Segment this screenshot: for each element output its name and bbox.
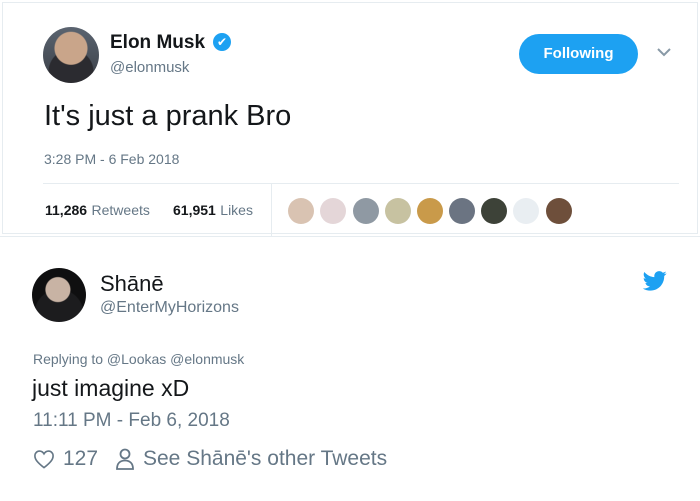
liker-avatar[interactable]	[481, 198, 507, 224]
reply-tweet-card: Shānē @EnterMyHorizons Replying to @Look…	[0, 236, 700, 501]
liker-avatar[interactable]	[546, 198, 572, 224]
original-tweet-card: Elon Musk ✔ @elonmusk Following It's jus…	[2, 2, 698, 236]
liker-avatar[interactable]	[385, 198, 411, 224]
reply-like-count[interactable]: 127	[63, 447, 98, 471]
reply-timestamp[interactable]: 11:11 PM - Feb 6, 2018	[33, 410, 230, 432]
tweet-timestamp[interactable]: 3:28 PM - 6 Feb 2018	[44, 151, 179, 167]
likes-label: Likes	[220, 202, 253, 218]
reply-author-handle[interactable]: @EnterMyHorizons	[100, 299, 239, 317]
elon-avatar[interactable]	[43, 27, 99, 83]
following-button[interactable]: Following	[519, 34, 638, 74]
tweet-text: It's just a prank Bro	[44, 100, 292, 132]
heart-icon[interactable]	[33, 449, 55, 469]
reply-author-name[interactable]: Shānē	[100, 271, 164, 297]
retweets-stat[interactable]: 11,286 Retweets	[45, 202, 150, 220]
reply-text: just imagine xD	[32, 375, 190, 401]
liker-avatar[interactable]	[417, 198, 443, 224]
liker-avatar[interactable]	[320, 198, 346, 224]
see-other-tweets-link[interactable]: See Shānē's other Tweets	[143, 447, 387, 471]
author-handle[interactable]: @elonmusk	[110, 59, 189, 76]
stats-divider	[271, 184, 272, 236]
liker-avatar[interactable]	[353, 198, 379, 224]
verified-icon: ✔	[213, 33, 231, 51]
liker-avatar[interactable]	[449, 198, 475, 224]
retweets-label: Retweets	[91, 202, 150, 218]
author-name[interactable]: Elon Musk	[110, 32, 205, 54]
replying-to-line[interactable]: Replying to @Lookas @elonmusk	[33, 351, 244, 367]
retweets-count: 11,286	[45, 202, 88, 218]
liker-avatar[interactable]	[288, 198, 314, 224]
likes-stat[interactable]: 61,951 Likes	[173, 202, 253, 220]
embedded-tweet-screenshot: Elon Musk ✔ @elonmusk Following It's jus…	[0, 0, 700, 501]
tweet-stats: 11,286 Retweets 61,951 Likes	[43, 183, 679, 236]
likes-count: 61,951	[173, 202, 216, 218]
liker-avatar[interactable]	[513, 198, 539, 224]
chevron-down-icon[interactable]	[655, 43, 673, 61]
person-icon	[116, 448, 134, 470]
shane-avatar[interactable]	[32, 268, 86, 322]
twitter-bird-icon[interactable]	[643, 271, 667, 291]
